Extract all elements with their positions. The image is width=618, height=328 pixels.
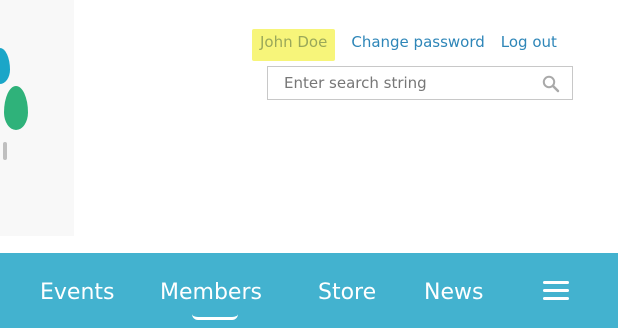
search-input[interactable]: [268, 67, 572, 99]
main-navbar: Events Members Store News: [0, 253, 618, 328]
logo-drop-grey-icon: [3, 142, 7, 160]
logout-link[interactable]: Log out: [501, 33, 557, 51]
active-nav-indicator: [192, 314, 238, 320]
user-name: John Doe: [252, 29, 336, 61]
user-links: John Doe Change password Log out: [252, 29, 557, 61]
nav-item-news[interactable]: News: [424, 280, 483, 305]
change-password-link[interactable]: Change password: [351, 33, 484, 51]
logo[interactable]: [0, 0, 74, 236]
hamburger-menu-icon[interactable]: [543, 281, 569, 301]
nav-item-members[interactable]: Members: [160, 280, 262, 305]
search-box: [267, 66, 573, 100]
logo-drop-green-icon: [4, 86, 28, 130]
nav-item-store[interactable]: Store: [318, 280, 376, 305]
search-icon[interactable]: [542, 75, 560, 93]
page: John Doe Change password Log out Events …: [0, 0, 618, 328]
logo-drop-blue-icon: [0, 48, 10, 84]
nav-item-events[interactable]: Events: [40, 280, 115, 305]
